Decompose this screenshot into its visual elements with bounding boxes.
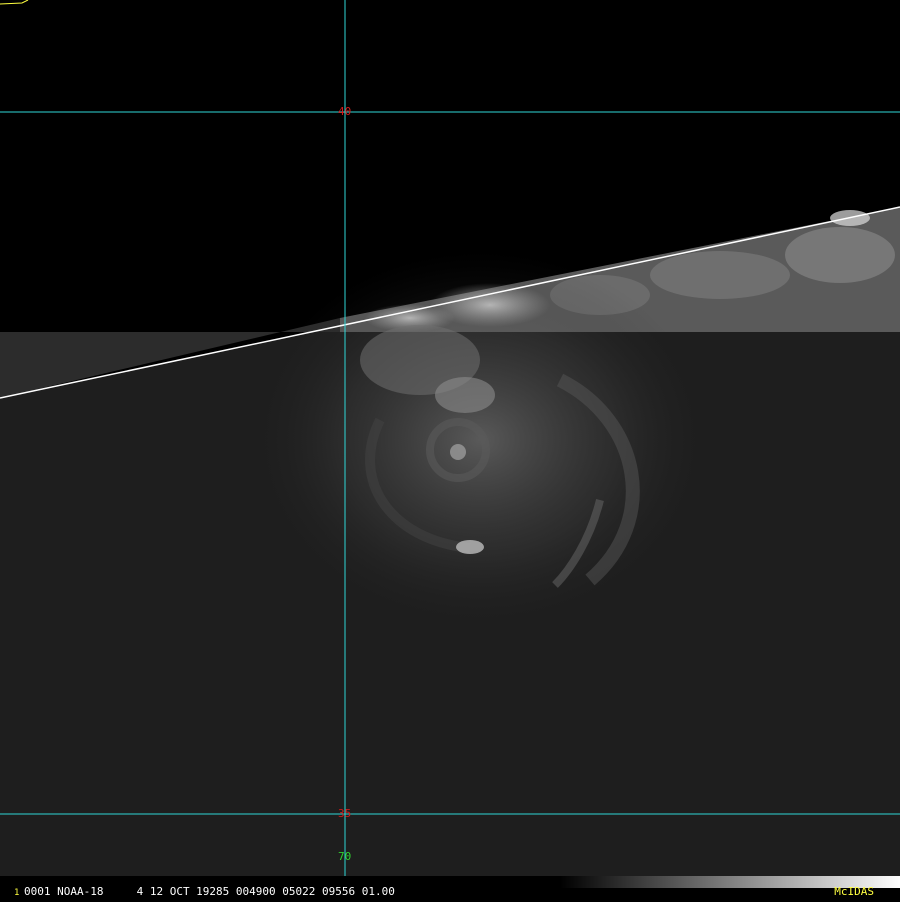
latitude-label-35: 35 xyxy=(338,807,351,820)
image-info-text: 0001 NOAA-18 4 12 OCT 19285 004900 05022… xyxy=(24,885,395,898)
cyclone-cloud-mass xyxy=(250,250,710,630)
latitude-label-40: 40 xyxy=(338,105,351,118)
satellite-image-viewer: 40 35 70 xyxy=(0,0,900,900)
mcidas-brand-label: McIDAS xyxy=(834,885,874,898)
longitude-label-70: 70 xyxy=(338,850,351,863)
frame-marker: 1 xyxy=(14,888,20,898)
